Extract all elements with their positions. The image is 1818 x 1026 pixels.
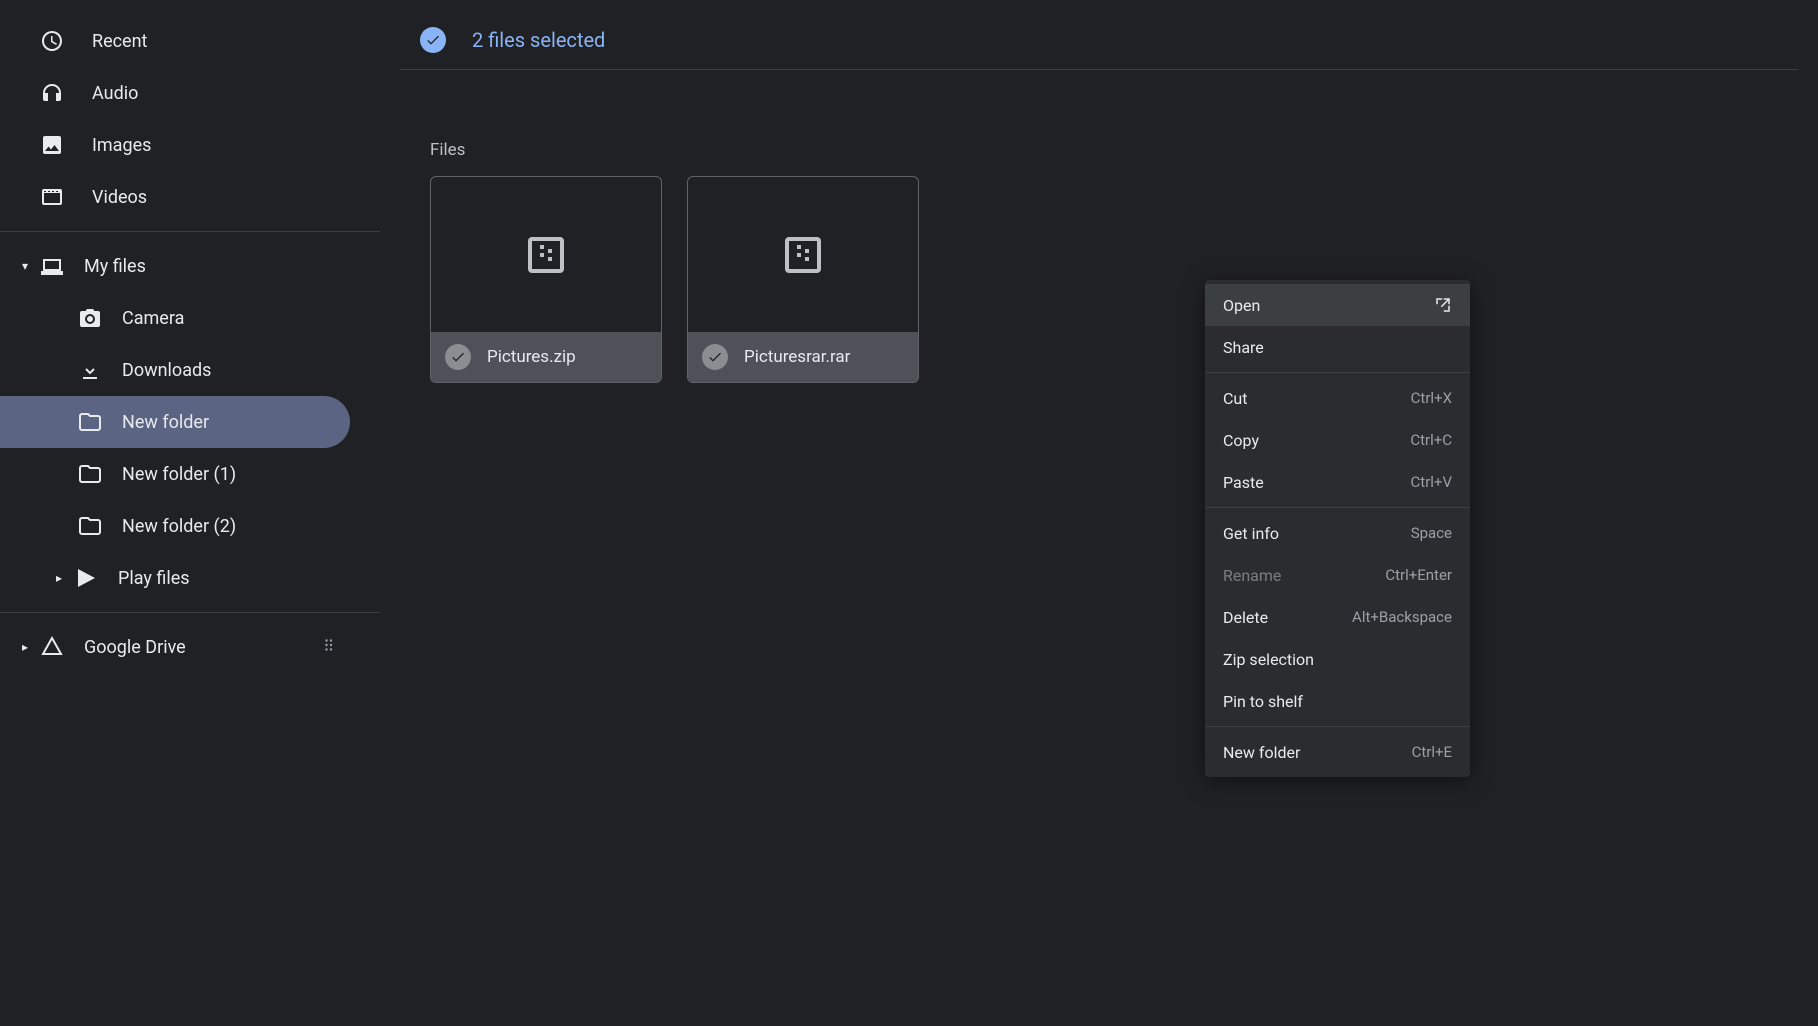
file-grid: Pictures.zip Picturesrar.rar (380, 176, 1818, 383)
sidebar-item-audio[interactable]: Audio (0, 67, 380, 119)
menu-shortcut: Ctrl+E (1412, 743, 1452, 761)
divider (0, 612, 380, 613)
eject-icon[interactable] (322, 636, 340, 659)
sidebar-item-downloads[interactable]: Downloads (0, 344, 380, 396)
menu-label: Rename (1223, 566, 1281, 585)
file-label-bar: Picturesrar.rar (688, 332, 918, 382)
sidebar: Recent Audio Images Videos ▾ My files Ca… (0, 0, 380, 1026)
menu-label: New folder (1223, 743, 1300, 762)
sidebar-item-google-drive[interactable]: ▸ Google Drive (0, 621, 380, 673)
folder-icon (78, 462, 102, 486)
headphones-icon (40, 81, 64, 105)
menu-item-get-info[interactable]: Get info Space (1205, 512, 1470, 554)
menu-item-rename: Rename Ctrl+Enter (1205, 554, 1470, 596)
section-title: Files (430, 140, 1818, 160)
sidebar-label: Play files (118, 568, 190, 589)
file-label-bar: Pictures.zip (431, 332, 661, 382)
sidebar-item-my-files[interactable]: ▾ My files (0, 240, 380, 292)
sidebar-label: My files (84, 256, 146, 277)
folder-icon (78, 410, 102, 434)
menu-item-delete[interactable]: Delete Alt+Backspace (1205, 596, 1470, 638)
sidebar-label: New folder (122, 412, 209, 433)
sidebar-label: Audio (92, 83, 138, 104)
sidebar-label: Recent (92, 31, 147, 52)
menu-shortcut: Alt+Backspace (1352, 608, 1452, 626)
archive-icon (779, 231, 827, 279)
file-name: Pictures.zip (487, 347, 576, 367)
video-icon (40, 185, 64, 209)
main-panel: 2 files selected Files Pictures.zip Pict… (380, 0, 1818, 1026)
menu-label: Get info (1223, 524, 1279, 543)
divider (0, 231, 380, 232)
menu-shortcut: Ctrl+V (1411, 473, 1452, 491)
sidebar-item-new-folder-1[interactable]: New folder (1) (0, 448, 380, 500)
menu-shortcut: Ctrl+X (1411, 389, 1452, 407)
sidebar-item-new-folder-2[interactable]: New folder (2) (0, 500, 380, 552)
menu-separator (1205, 507, 1470, 508)
sidebar-item-images[interactable]: Images (0, 119, 380, 171)
file-name: Picturesrar.rar (744, 347, 850, 367)
open-external-icon (1434, 296, 1452, 314)
sidebar-label: Downloads (122, 360, 211, 381)
sidebar-label: New folder (1) (122, 464, 236, 485)
file-card[interactable]: Picturesrar.rar (687, 176, 919, 383)
chevron-right-icon: ▸ (52, 571, 66, 585)
menu-item-zip-selection[interactable]: Zip selection (1205, 638, 1470, 680)
menu-item-copy[interactable]: Copy Ctrl+C (1205, 419, 1470, 461)
menu-label: Cut (1223, 389, 1247, 408)
menu-label: Delete (1223, 608, 1268, 627)
menu-label: Share (1223, 338, 1264, 357)
sidebar-item-recent[interactable]: Recent (0, 15, 380, 67)
menu-item-open[interactable]: Open (1205, 284, 1470, 326)
menu-label: Copy (1223, 431, 1259, 450)
menu-item-pin-to-shelf[interactable]: Pin to shelf (1205, 680, 1470, 722)
sidebar-item-play-files[interactable]: ▸ Play files (0, 552, 380, 604)
menu-label: Paste (1223, 473, 1264, 492)
check-icon (702, 344, 728, 370)
sidebar-label: Videos (92, 187, 147, 208)
menu-separator (1205, 726, 1470, 727)
sidebar-label: Images (92, 135, 151, 156)
selection-bar: 2 files selected (400, 10, 1798, 70)
camera-icon (78, 306, 102, 330)
context-menu: Open Share Cut Ctrl+X Copy Ctrl+C Paste … (1205, 280, 1470, 777)
archive-icon (522, 231, 570, 279)
file-card[interactable]: Pictures.zip (430, 176, 662, 383)
clock-icon (40, 29, 64, 53)
menu-item-share[interactable]: Share (1205, 326, 1470, 368)
folder-icon (78, 514, 102, 538)
menu-label: Pin to shelf (1223, 692, 1303, 711)
menu-label: Open (1223, 296, 1260, 315)
selection-check-icon[interactable] (420, 27, 446, 53)
sidebar-label: New folder (2) (122, 516, 236, 537)
sidebar-label: Google Drive (84, 637, 186, 658)
menu-shortcut: Space (1411, 524, 1452, 542)
menu-shortcut: Ctrl+C (1410, 431, 1452, 449)
sidebar-item-videos[interactable]: Videos (0, 171, 380, 223)
menu-item-new-folder[interactable]: New folder Ctrl+E (1205, 731, 1470, 773)
chevron-right-icon: ▸ (18, 640, 32, 654)
sidebar-item-new-folder[interactable]: New folder (0, 396, 350, 448)
menu-item-paste[interactable]: Paste Ctrl+V (1205, 461, 1470, 503)
menu-separator (1205, 372, 1470, 373)
laptop-icon (40, 254, 64, 278)
check-icon (445, 344, 471, 370)
drive-icon (40, 635, 64, 659)
menu-label: Zip selection (1223, 650, 1314, 669)
sidebar-item-camera[interactable]: Camera (0, 292, 380, 344)
file-thumbnail (431, 177, 661, 332)
menu-shortcut: Ctrl+Enter (1385, 566, 1452, 584)
menu-item-cut[interactable]: Cut Ctrl+X (1205, 377, 1470, 419)
selection-label: 2 files selected (472, 28, 605, 52)
sidebar-label: Camera (122, 308, 184, 329)
file-thumbnail (688, 177, 918, 332)
play-icon (74, 566, 98, 590)
image-icon (40, 133, 64, 157)
chevron-down-icon: ▾ (18, 259, 32, 273)
download-icon (78, 358, 102, 382)
